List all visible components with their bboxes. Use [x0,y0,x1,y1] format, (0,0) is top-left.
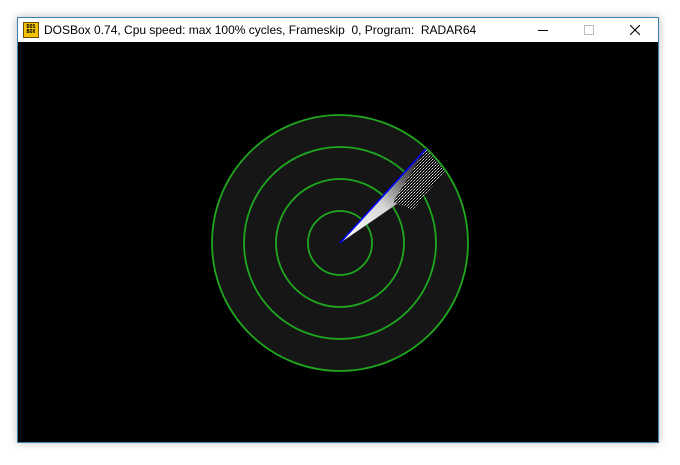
dosbox-icon-text: DOS BOX [26,24,36,35]
maximize-icon [584,25,594,35]
dos-screen[interactable] [18,42,658,442]
window-title: DOSBox 0.74, Cpu speed: max 100% cycles,… [44,23,477,37]
close-icon [630,25,640,35]
dosbox-icon[interactable]: DOS BOX [23,22,39,38]
radar-display [211,114,469,372]
minimize-button[interactable] [520,18,566,42]
close-button[interactable] [612,18,658,42]
title-bar[interactable]: DOS BOX DOSBox 0.74, Cpu speed: max 100%… [18,18,658,42]
dosbox-window: DOS BOX DOSBox 0.74, Cpu speed: max 100%… [17,17,659,443]
minimize-icon [538,30,548,31]
window-controls [520,18,658,42]
maximize-button[interactable] [566,18,612,42]
